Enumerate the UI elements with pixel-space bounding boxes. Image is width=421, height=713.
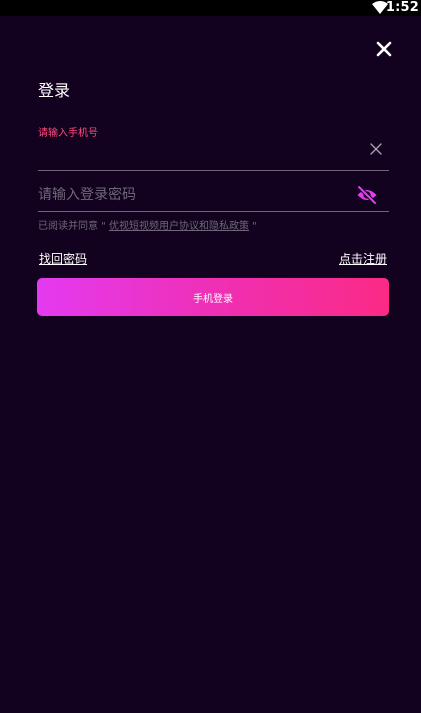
close-icon [376,41,392,57]
agreement-link[interactable]: 优视短视频用户协议和隐私政策 [109,221,249,232]
agreement-prefix: 已阅读并同意 " [38,221,109,232]
register-link[interactable]: 点击注册 [339,250,387,268]
forgot-password-link[interactable]: 找回密码 [39,250,87,268]
clear-icon [370,143,382,155]
phone-label: 请输入手机号 [38,128,98,139]
agreement-suffix: " [248,221,257,232]
status-bar: 1:52 [0,0,421,16]
password-divider [38,211,389,212]
phone-input[interactable] [38,141,348,165]
phone-divider [38,170,389,171]
eye-off-icon [357,185,377,205]
password-input[interactable] [38,182,338,208]
phone-login-button[interactable]: 手机登录 [37,278,389,316]
close-button[interactable] [372,37,396,61]
toggle-password-visibility-button[interactable] [356,185,378,205]
status-time: 1:52 [385,0,419,15]
clear-phone-button[interactable] [368,141,384,157]
page-title: 登录 [38,81,71,100]
agreement-text: 已阅读并同意 " 优视短视频用户协议和隐私政策 " [38,219,257,235]
